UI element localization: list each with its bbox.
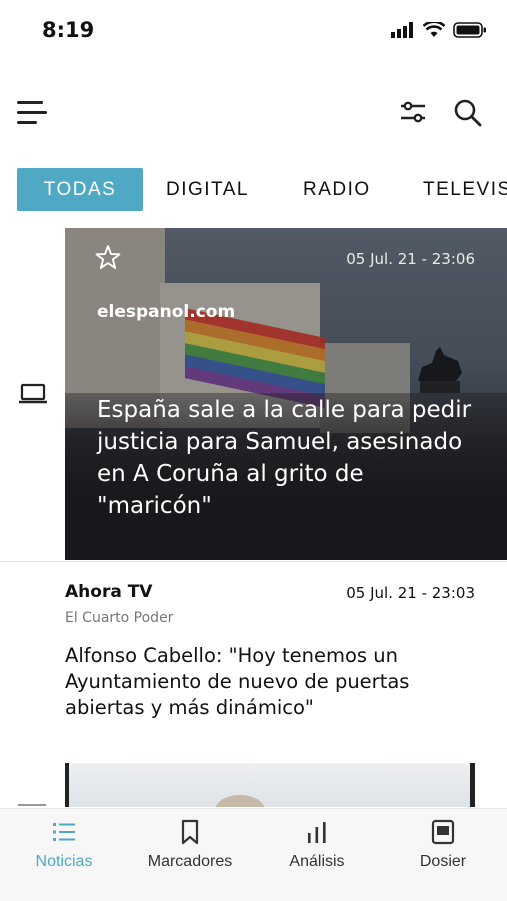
featured-headline[interactable]: España sale a la calle para pedir justic…	[97, 394, 477, 522]
divider	[0, 561, 507, 562]
battery-icon	[453, 22, 486, 38]
status-bar: 8:19	[0, 0, 507, 62]
news-headline[interactable]: Alfonso Cabello: "Hoy tenemos un Ayuntam…	[65, 643, 485, 721]
nav-noticias[interactable]: Noticias	[4, 819, 124, 871]
search-icon[interactable]	[453, 98, 483, 128]
document-icon	[431, 819, 455, 845]
nav-dosier-label: Dosier	[419, 853, 467, 870]
nav-dosier[interactable]: Dosier	[383, 819, 503, 871]
tab-radio[interactable]: RADIO	[303, 168, 371, 211]
featured-source: elespanol.com	[97, 302, 236, 322]
tab-digital[interactable]: DIGITAL	[166, 168, 249, 211]
bottom-navigation: Noticias Marcadores Análisis Dosier	[0, 808, 507, 901]
list-icon	[53, 823, 75, 841]
wifi-icon	[423, 22, 445, 37]
news-program: El Cuarto Poder	[65, 610, 174, 626]
news-date: 05 Jul. 21 - 23:03	[346, 584, 475, 602]
status-time: 8:19	[42, 18, 95, 42]
bookmark-icon	[181, 819, 199, 845]
filter-icon[interactable]	[399, 98, 427, 126]
category-tabs: TODAS DIGITAL RADIO TELEVIS	[0, 168, 507, 212]
nav-noticias-label: Noticias	[35, 853, 93, 870]
signal-icon	[391, 22, 413, 38]
news-list-item[interactable]: Ahora TV 05 Jul. 21 - 23:03 El Cuarto Po…	[65, 582, 485, 721]
star-icon[interactable]	[95, 244, 121, 270]
nav-marcadores[interactable]: Marcadores	[130, 819, 250, 871]
featured-news-card[interactable]: 05 Jul. 21 - 23:06 elespanol.com España …	[65, 228, 507, 560]
nav-analisis[interactable]: Análisis	[257, 819, 377, 871]
top-bar	[0, 90, 507, 140]
featured-date: 05 Jul. 21 - 23:06	[346, 250, 475, 268]
news-thumbnail[interactable]	[65, 763, 475, 807]
tab-television[interactable]: TELEVIS	[423, 168, 507, 211]
bar-chart-icon	[308, 822, 326, 843]
status-icons	[391, 22, 487, 38]
menu-icon[interactable]	[16, 98, 48, 128]
nav-analisis-label: Análisis	[289, 853, 345, 870]
tab-todas[interactable]: TODAS	[17, 168, 143, 211]
media-type-marker	[18, 804, 46, 806]
laptop-icon	[19, 383, 47, 404]
nav-marcadores-label: Marcadores	[147, 853, 233, 870]
